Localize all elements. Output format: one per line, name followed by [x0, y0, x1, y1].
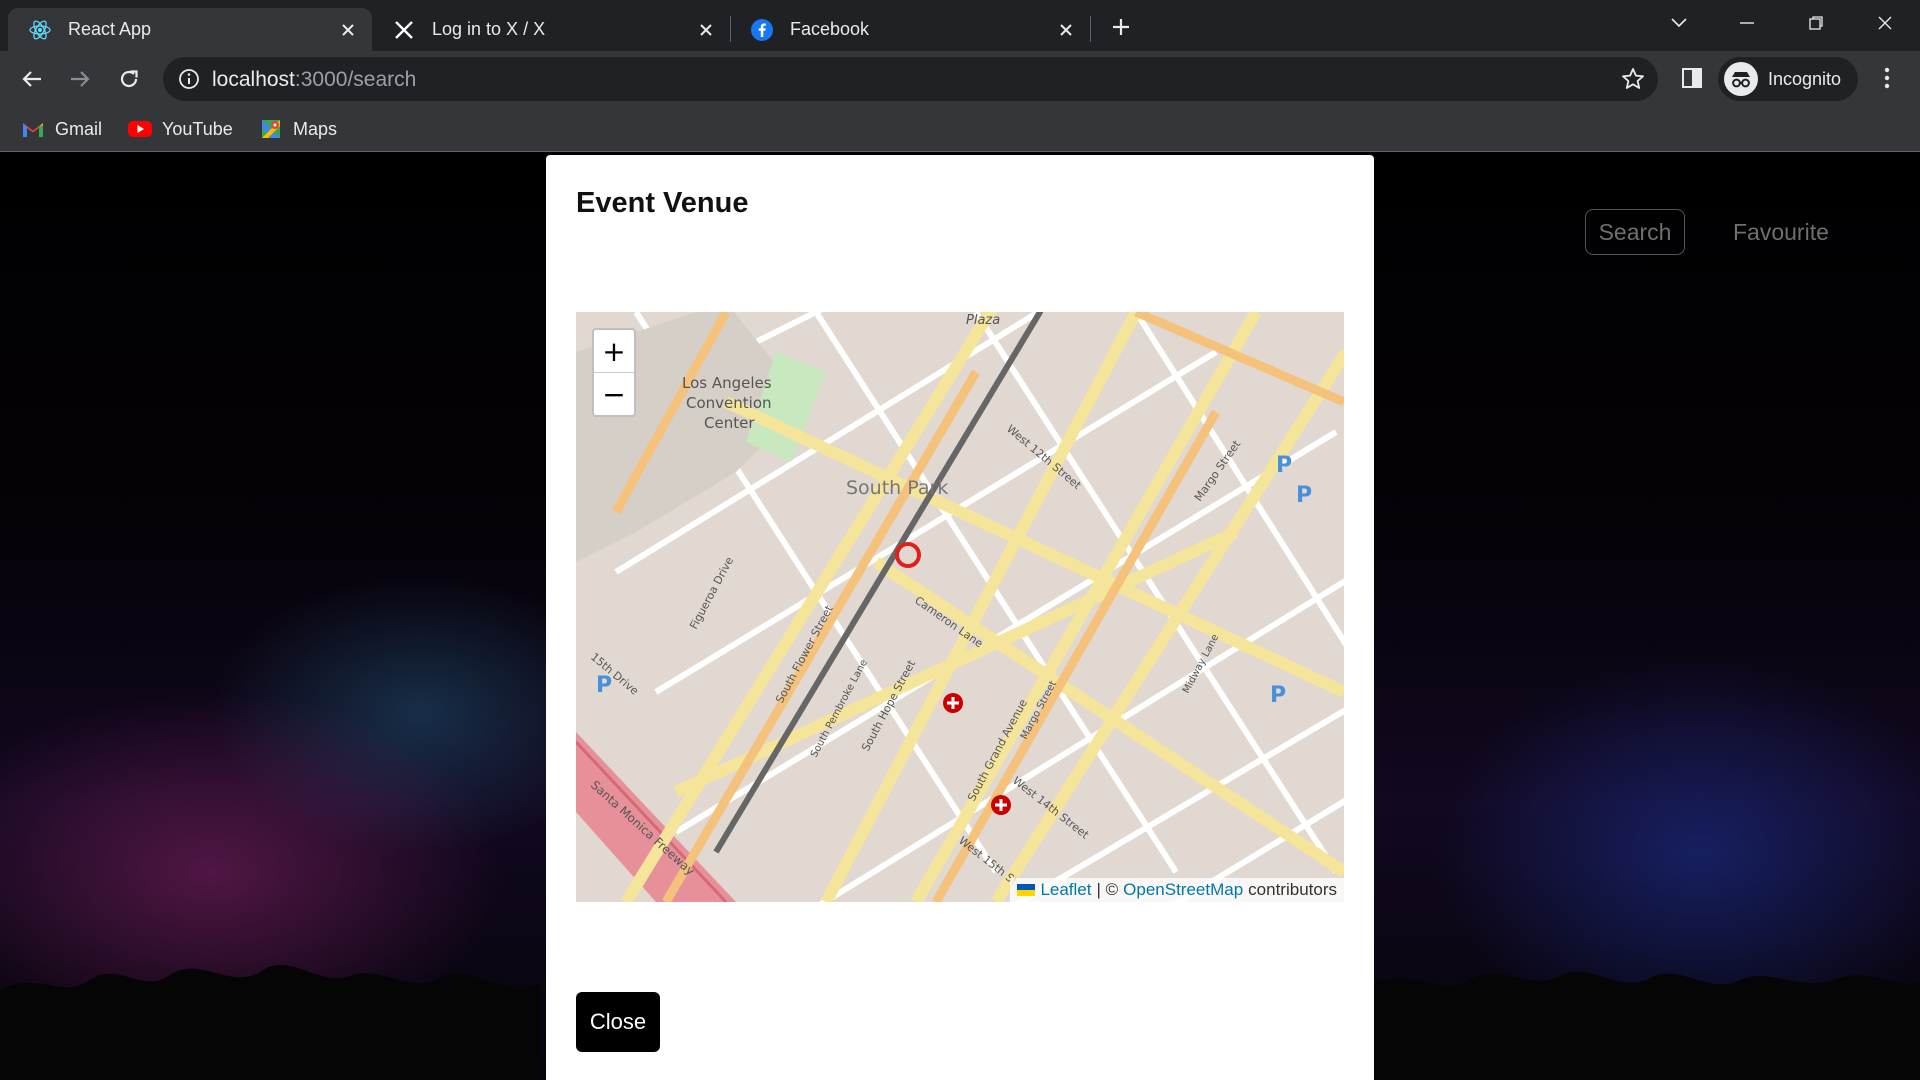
maps-icon: [259, 117, 283, 141]
new-tab-button[interactable]: [1106, 12, 1136, 42]
svg-text:P: P: [1296, 483, 1312, 508]
map-label: Center: [704, 414, 755, 432]
bookmark-label: Gmail: [55, 118, 103, 139]
tab-x-login[interactable]: Log in to X / X: [372, 8, 730, 51]
facebook-icon: [750, 18, 774, 42]
minimize-icon[interactable]: [1727, 8, 1767, 38]
event-venue-modal: Event Venue P P P P Plaza Los Angeles Co…: [546, 155, 1374, 1080]
youtube-icon: [128, 117, 152, 141]
nav-favourite-link[interactable]: Favourite: [1733, 219, 1829, 246]
browser-toolbar: localhost:3000/search Incognito: [0, 51, 1920, 106]
openstreetmap-link[interactable]: OpenStreetMap: [1123, 880, 1243, 900]
map-tiles: PPPP Plaza Los Angeles Convention Center…: [576, 312, 1344, 902]
x-logo-icon: [392, 18, 416, 42]
svg-text:P: P: [1270, 683, 1286, 708]
gmail-icon: [21, 117, 45, 141]
bookmark-gmail[interactable]: Gmail: [21, 115, 102, 143]
url-text[interactable]: localhost:3000/search: [212, 68, 416, 92]
zoom-out-button[interactable]: −: [594, 373, 634, 415]
bookmarks-bar: Gmail YouTube Maps: [0, 106, 1920, 152]
close-tab-icon[interactable]: [692, 16, 720, 44]
map-label: Plaza: [966, 313, 1000, 328]
tab-title: Log in to X / X: [432, 19, 546, 39]
nav-search-button[interactable]: Search: [1585, 209, 1685, 255]
reload-icon[interactable]: [113, 63, 145, 95]
incognito-icon: [1724, 62, 1758, 96]
more-menu-icon[interactable]: [1872, 63, 1902, 93]
tab-title: React App: [68, 19, 152, 39]
map-label: Los Angeles: [682, 374, 772, 392]
attribution-suffix: contributors: [1248, 880, 1337, 899]
bookmark-maps[interactable]: Maps: [259, 115, 337, 143]
map-attribution: Leaflet | © OpenStreetMap contributors: [1010, 878, 1344, 902]
tab-strip: React App Log in to X / X Facebook: [0, 0, 1920, 51]
address-bar[interactable]: localhost:3000/search: [163, 57, 1658, 101]
tab-react-app[interactable]: React App: [8, 8, 372, 51]
tab-facebook[interactable]: Facebook: [730, 8, 1090, 51]
url-path: :3000/search: [294, 68, 417, 91]
close-tab-icon[interactable]: [1052, 16, 1080, 44]
ukraine-flag-icon: [1017, 884, 1036, 896]
bookmark-label: YouTube: [162, 118, 233, 139]
react-icon: [28, 18, 52, 42]
tab-title: Facebook: [790, 19, 870, 39]
attribution-separator: | ©: [1096, 880, 1119, 899]
zoom-in-button[interactable]: +: [594, 330, 634, 373]
map-label: Convention: [686, 394, 772, 412]
venue-map[interactable]: PPPP Plaza Los Angeles Convention Center…: [576, 312, 1344, 902]
close-tab-icon[interactable]: [334, 16, 362, 44]
bookmark-youtube[interactable]: YouTube: [128, 115, 233, 143]
close-button[interactable]: Close: [576, 992, 660, 1052]
svg-text:P: P: [1276, 453, 1292, 478]
tab-search-chevron-icon[interactable]: [1659, 8, 1699, 38]
tab-separator: [1090, 16, 1091, 42]
back-arrow-icon[interactable]: [16, 63, 48, 95]
map-zoom-control: + −: [592, 328, 636, 417]
url-host: localhost: [212, 68, 295, 91]
forward-arrow-icon[interactable]: [64, 63, 96, 95]
close-window-icon[interactable]: [1865, 8, 1905, 38]
site-info-icon[interactable]: [177, 67, 201, 91]
map-label: South Park: [846, 477, 948, 499]
restore-icon[interactable]: [1796, 8, 1836, 38]
leaflet-link[interactable]: Leaflet: [1040, 880, 1091, 900]
bookmark-star-icon[interactable]: [1620, 66, 1646, 92]
incognito-label: Incognito: [1768, 68, 1842, 89]
incognito-profile-button[interactable]: Incognito: [1718, 57, 1858, 101]
modal-title: Event Venue: [576, 187, 749, 219]
bookmark-label: Maps: [293, 118, 338, 139]
side-panel-icon[interactable]: [1677, 63, 1707, 93]
